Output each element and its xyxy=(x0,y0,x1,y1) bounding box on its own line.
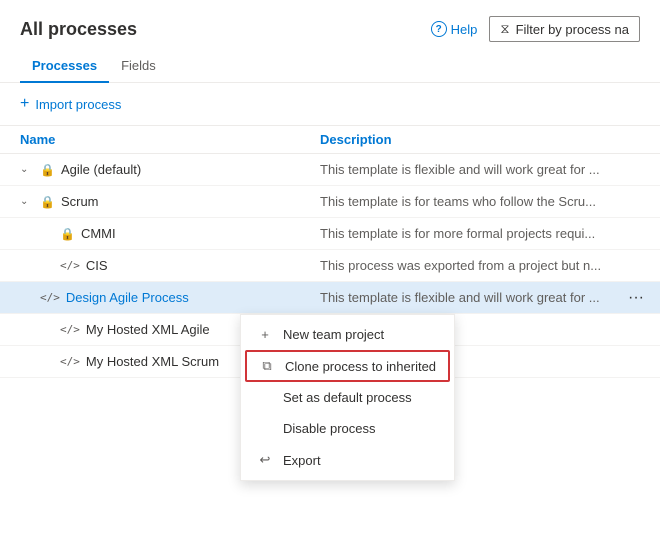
menu-item-new-team-project[interactable]: + New team project xyxy=(241,319,454,350)
lock-icon: 🔒 xyxy=(40,195,55,209)
process-name: Scrum xyxy=(61,194,99,209)
process-description: This process was exported from a project… xyxy=(320,258,640,273)
plus-icon: + xyxy=(257,327,273,342)
code-icon: </> xyxy=(40,291,60,304)
process-name: My Hosted XML Agile xyxy=(86,322,210,337)
table-row: ⌄ 🔒 Agile (default) This template is fle… xyxy=(0,154,660,186)
filter-icon: ⧖ xyxy=(500,21,509,37)
process-name: Agile (default) xyxy=(61,162,141,177)
menu-item-disable[interactable]: Disable process xyxy=(241,413,454,444)
lock-icon: 🔒 xyxy=(40,163,55,177)
table-body: ⌄ 🔒 Agile (default) This template is fle… xyxy=(0,154,660,378)
menu-item-clone-process[interactable]: ⧉ Clone process to inherited xyxy=(245,350,450,382)
context-menu: + New team project ⧉ Clone process to in… xyxy=(240,314,455,481)
table-row: 🔒 CMMI This template is for more formal … xyxy=(0,218,660,250)
menu-item-label: Clone process to inherited xyxy=(285,359,436,374)
tab-processes[interactable]: Processes xyxy=(20,50,109,83)
code-icon: </> xyxy=(60,259,80,272)
more-options-button[interactable]: ··· xyxy=(622,287,650,309)
page-header: All processes ? Help ⧖ Filter by process… xyxy=(0,0,660,50)
menu-item-label: New team project xyxy=(283,327,384,342)
process-name: CMMI xyxy=(81,226,116,241)
import-process-button[interactable]: + Import process xyxy=(20,91,121,117)
menu-item-export[interactable]: ↩ Export xyxy=(241,444,454,476)
menu-item-set-default[interactable]: Set as default process xyxy=(241,382,454,413)
copy-icon: ⧉ xyxy=(259,358,275,374)
page-title: All processes xyxy=(20,19,137,40)
chevron-icon[interactable]: ⌄ xyxy=(20,196,34,207)
col-header-description[interactable]: Description xyxy=(320,132,640,147)
table-header: Name Description xyxy=(0,126,660,154)
table-row: </> CIS This process was exported from a… xyxy=(0,250,660,282)
lock-icon: 🔒 xyxy=(60,227,75,241)
process-name: My Hosted XML Scrum xyxy=(86,354,219,369)
process-name-link[interactable]: Design Agile Process xyxy=(66,290,189,305)
help-icon: ? xyxy=(431,21,447,37)
process-name: CIS xyxy=(86,258,108,273)
process-description: This template is flexible and will work … xyxy=(320,290,640,305)
export-icon: ↩ xyxy=(257,452,273,468)
menu-item-label: Set as default process xyxy=(283,390,412,405)
process-description: This template is for teams who follow th… xyxy=(320,194,640,209)
tab-fields[interactable]: Fields xyxy=(109,50,168,83)
process-description: This template is flexible and will work … xyxy=(320,162,640,177)
table-row: ⌄ 🔒 Scrum This template is for teams who… xyxy=(0,186,660,218)
toolbar: + Import process xyxy=(0,83,660,126)
code-icon: </> xyxy=(60,323,80,336)
menu-item-label: Export xyxy=(283,453,321,468)
chevron-icon[interactable]: ⌄ xyxy=(20,164,34,175)
filter-button[interactable]: ⧖ Filter by process na xyxy=(489,16,640,42)
col-header-name[interactable]: Name xyxy=(20,132,320,147)
help-link[interactable]: ? Help xyxy=(431,21,478,37)
menu-item-label: Disable process xyxy=(283,421,376,436)
header-actions: ? Help ⧖ Filter by process na xyxy=(431,16,640,42)
tab-bar: Processes Fields xyxy=(0,50,660,83)
table-row-selected: </> Design Agile Process This template i… xyxy=(0,282,660,314)
process-description: This template is for more formal project… xyxy=(320,226,640,241)
code-icon: </> xyxy=(60,355,80,368)
plus-icon: + xyxy=(20,95,29,113)
